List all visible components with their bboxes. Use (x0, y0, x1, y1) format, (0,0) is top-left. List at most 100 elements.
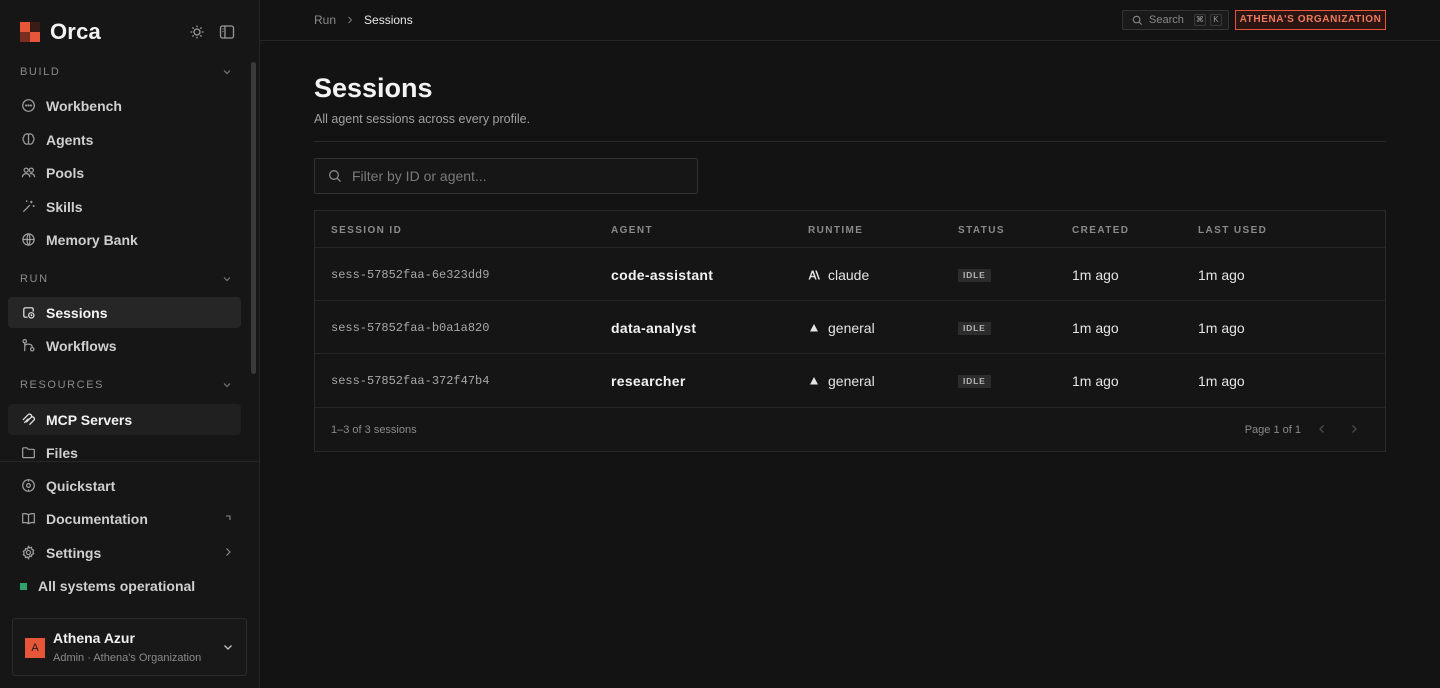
sidebar-item-mcp-servers[interactable]: MCP Servers (8, 404, 241, 435)
triangle-icon (810, 324, 818, 332)
search-label: Search (1149, 14, 1184, 26)
runtime-label: claude (828, 267, 870, 283)
sidebar-item-documentation[interactable]: Documentation (8, 503, 241, 534)
app-root: Orca BUILD Workbench Agents Pools Skills… (0, 0, 1440, 688)
column-last-used[interactable]: LAST USED (1198, 225, 1267, 236)
kbd-cmd: ⌘ (1193, 14, 1206, 26)
sidebar-item-memory-bank[interactable]: Memory Bank (8, 224, 241, 255)
sidebar-item-label: Workbench (46, 97, 122, 114)
runtime-label: general (828, 320, 875, 336)
triangle-icon (810, 377, 818, 385)
status-indicator (20, 582, 27, 590)
wand-icon (20, 199, 36, 215)
chevron-down-icon (223, 383, 231, 388)
topbar: Run Sessions Search ⌘ K ATHENA'S ORGANIZ… (260, 0, 1440, 41)
sidebar-item-sessions[interactable]: Sessions (8, 297, 241, 328)
last-used-time: 1m ago (1198, 267, 1245, 283)
result-count: 1–3 of 3 sessions (331, 424, 417, 436)
search-icon (1132, 15, 1143, 25)
app-logo[interactable]: Orca (20, 19, 101, 44)
sidebar-item-label: Documentation (46, 510, 148, 527)
sidebar-top-actions (189, 24, 235, 40)
status-badge: IDLE (958, 322, 991, 335)
app-name: Orca (50, 19, 101, 44)
sidebar-item-label: Files (46, 444, 78, 461)
sidebar: Orca BUILD Workbench Agents Pools Skills… (0, 0, 260, 688)
sidebar-item-agents[interactable]: Agents (8, 124, 241, 155)
sidebar-item-label: Workflows (46, 337, 117, 354)
sidebar-item-settings[interactable]: Settings (8, 537, 241, 568)
page-indicator: Page 1 of 1 (1244, 424, 1301, 436)
chevron-right-icon (348, 16, 353, 24)
sidebar-item-label: MCP Servers (46, 411, 133, 428)
table-row[interactable]: sess-57852faa-6e323dd9 code-assistant cl… (315, 247, 1385, 300)
column-created[interactable]: CREATED (1072, 225, 1129, 236)
created-time: 1m ago (1072, 267, 1119, 283)
runtime: claude (808, 267, 869, 283)
chat-bubble-icon (20, 98, 36, 114)
divider (314, 141, 1386, 142)
runtime-label: general (828, 373, 875, 389)
table-row[interactable]: sess-57852faa-b0a1a820 data-analyst gene… (315, 300, 1385, 353)
agent-name[interactable]: researcher (611, 373, 686, 389)
workflow-icon (20, 338, 36, 354)
chevron-down-icon (223, 70, 231, 75)
anthropic-icon (808, 270, 820, 280)
sessions-icon (20, 305, 36, 321)
created-time: 1m ago (1072, 373, 1119, 389)
folder-icon (20, 445, 36, 461)
session-id[interactable]: sess-57852faa-372f47b4 (331, 374, 489, 388)
filter-field[interactable] (314, 158, 698, 194)
agent-name[interactable]: data-analyst (611, 320, 696, 336)
section-label: BUILD (20, 66, 61, 78)
sidebar-item-skills[interactable]: Skills (8, 191, 241, 222)
section-build-header[interactable]: BUILD (20, 62, 232, 82)
section-run-header[interactable]: RUN (20, 269, 232, 289)
section-resources-header[interactable]: RESOURCES (20, 375, 232, 395)
sidebar-item-workflows[interactable]: Workflows (8, 330, 241, 361)
sessions-table: SESSION ID AGENT RUNTIME STATUS CREATED … (314, 210, 1386, 452)
created-time: 1m ago (1072, 320, 1119, 336)
filter-input[interactable] (352, 168, 672, 184)
external-link-icon (226, 515, 231, 520)
brain-icon (20, 132, 36, 148)
prev-page-button[interactable] (1315, 422, 1329, 436)
user-menu[interactable]: A Athena Azur Admin · Athena's Organizat… (12, 618, 247, 676)
breadcrumb-run[interactable]: Run (314, 13, 336, 27)
search-icon (329, 170, 341, 182)
agent-name[interactable]: code-assistant (611, 267, 713, 283)
book-icon (20, 511, 36, 527)
next-page-button[interactable] (1347, 422, 1361, 436)
column-status[interactable]: STATUS (958, 225, 1005, 236)
column-session-id[interactable]: SESSION ID (331, 225, 402, 236)
orca-logo-icon (20, 22, 40, 42)
last-used-time: 1m ago (1198, 373, 1245, 389)
global-search-button[interactable]: Search ⌘ K (1122, 10, 1229, 30)
column-runtime[interactable]: RUNTIME (808, 225, 863, 236)
sidebar-item-label: Memory Bank (46, 231, 138, 248)
page-title: Sessions (314, 73, 433, 103)
users-icon (20, 165, 36, 181)
sidebar-item-pools[interactable]: Pools (8, 157, 241, 188)
session-id[interactable]: sess-57852faa-6e323dd9 (331, 268, 489, 282)
sun-icon[interactable] (189, 24, 205, 40)
system-status-text: All systems operational (38, 578, 196, 594)
section-label: RUN (20, 273, 49, 285)
table-row[interactable]: sess-57852faa-372f47b4 researcher genera… (315, 353, 1385, 406)
session-id[interactable]: sess-57852faa-b0a1a820 (331, 321, 489, 335)
sidebar-item-files[interactable]: Files (8, 437, 241, 460)
system-status[interactable]: All systems operational (20, 577, 195, 595)
sidebar-item-workbench[interactable]: Workbench (8, 90, 241, 121)
avatar: A (25, 638, 45, 658)
column-agent[interactable]: AGENT (611, 225, 653, 236)
section-label: RESOURCES (20, 379, 105, 391)
org-switcher[interactable]: ATHENA'S ORGANIZATION (1235, 10, 1386, 30)
chevron-right-icon (226, 548, 231, 556)
sidebar-nav: BUILD Workbench Agents Pools Skills Memo… (0, 56, 260, 460)
chevron-down-icon (223, 277, 231, 282)
user-name: Athena Azur (53, 630, 135, 646)
runtime: general (808, 320, 875, 336)
sidebar-toggle-icon[interactable] (219, 24, 235, 40)
chevron-down-icon (224, 645, 232, 650)
sidebar-item-quickstart[interactable]: Quickstart (8, 470, 241, 501)
